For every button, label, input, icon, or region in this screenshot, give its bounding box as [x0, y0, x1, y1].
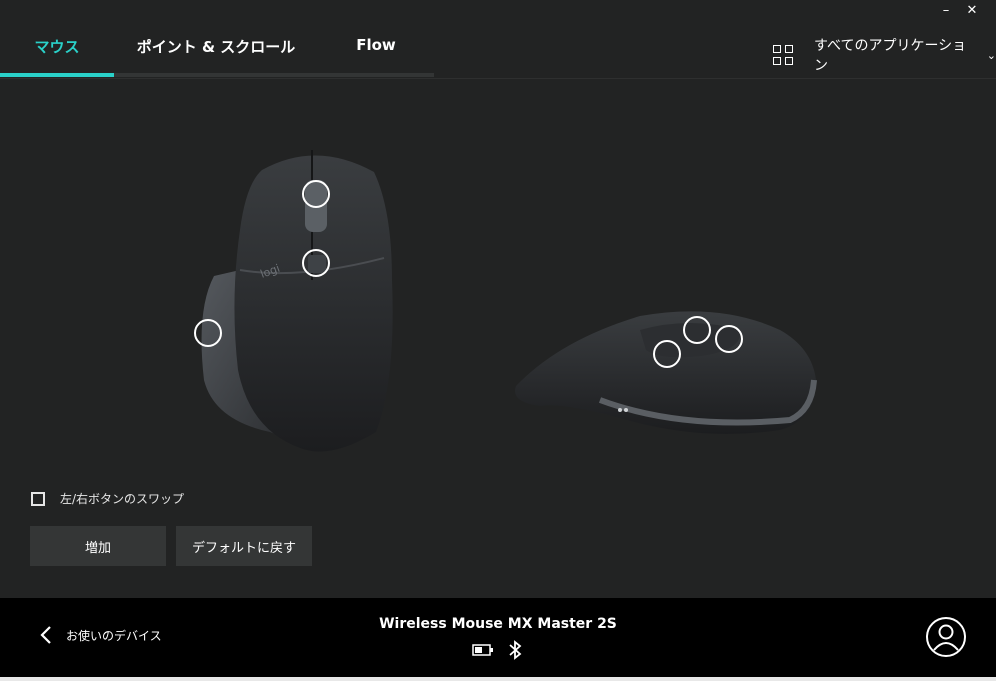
bluetooth-icon [509, 640, 522, 660]
mode-shift-button-hotspot[interactable] [302, 249, 330, 277]
mouse-illustration-area: logi [0, 80, 996, 480]
mouse-illustration: logi [201, 150, 817, 452]
close-button[interactable]: ✕ [962, 2, 982, 20]
forward-button-hotspot[interactable] [715, 325, 743, 353]
active-tab-indicator [0, 73, 114, 77]
battery-icon [472, 644, 493, 656]
swap-buttons-option[interactable]: 左/右ボタンのスワップ [31, 490, 184, 507]
add-button[interactable]: 増加 [30, 526, 166, 566]
tab-point-scroll[interactable]: ポイント & スクロール [114, 36, 318, 58]
application-selector[interactable]: すべてのアプリケーション ⌄ [773, 38, 996, 74]
swap-buttons-checkbox[interactable] [31, 491, 45, 506]
tab-bar: マウス ポイント & スクロール Flow すべてのアプリケーション ⌄ [0, 22, 996, 79]
footer-bar: お使いのデバイス Wireless Mouse MX Master 2S [0, 598, 996, 681]
chevron-down-icon: ⌄ [986, 48, 996, 62]
restore-default-button[interactable]: デフォルトに戻す [176, 526, 312, 566]
tab-mouse[interactable]: マウス [0, 36, 114, 58]
device-name: Wireless Mouse MX Master 2S [379, 616, 617, 632]
minimize-button[interactable]: – [936, 2, 956, 20]
title-bar: – ✕ [0, 0, 996, 22]
swap-buttons-label: 左/右ボタンのスワップ [60, 492, 185, 506]
grid-icon [773, 45, 793, 65]
window-bottom-edge [0, 677, 996, 681]
mouse-side-view [515, 311, 817, 434]
tab-flow[interactable]: Flow [318, 36, 434, 58]
account-icon [926, 617, 966, 657]
gesture-button-hotspot[interactable] [194, 319, 222, 347]
account-button[interactable] [925, 616, 967, 662]
thumb-wheel-hotspot[interactable] [683, 316, 711, 344]
back-button-hotspot[interactable] [653, 340, 681, 368]
device-status [472, 640, 522, 660]
scroll-wheel-hotspot[interactable] [302, 180, 330, 208]
mouse-top-view: logi [201, 150, 393, 452]
application-selector-label: すべてのアプリケーション [814, 38, 967, 74]
